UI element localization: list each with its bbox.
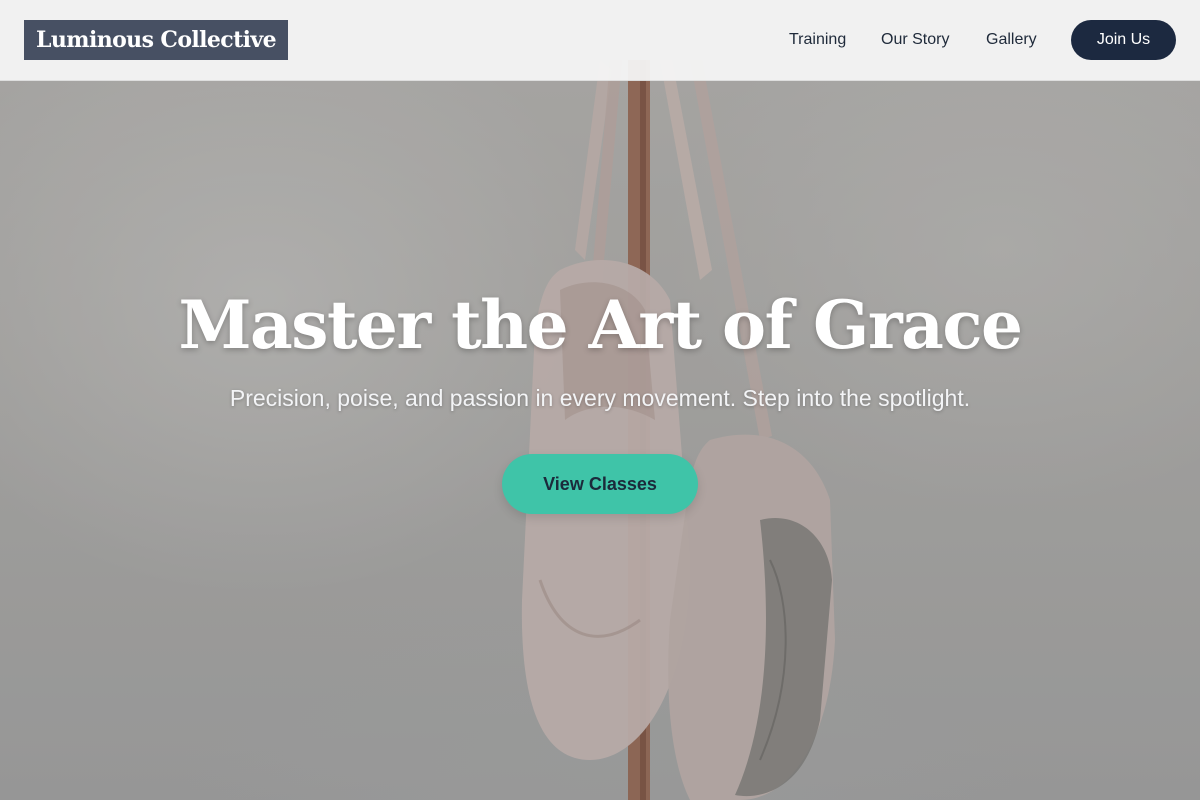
hero-subtitle: Precision, poise, and passion in every m… <box>229 385 971 411</box>
view-classes-button[interactable]: View Classes <box>502 454 698 514</box>
nav-link-our-story[interactable]: Our Story <box>881 30 949 50</box>
nav-link-gallery[interactable]: Gallery <box>986 30 1037 50</box>
hero-title: Master the Art of Grace <box>178 286 1023 364</box>
join-us-button[interactable]: Join Us <box>1071 20 1176 60</box>
site-logo[interactable]: Luminous Collective <box>24 20 288 60</box>
nav-link-training[interactable]: Training <box>789 30 846 50</box>
site-header: Luminous Collective Training Our Story G… <box>0 0 1200 81</box>
